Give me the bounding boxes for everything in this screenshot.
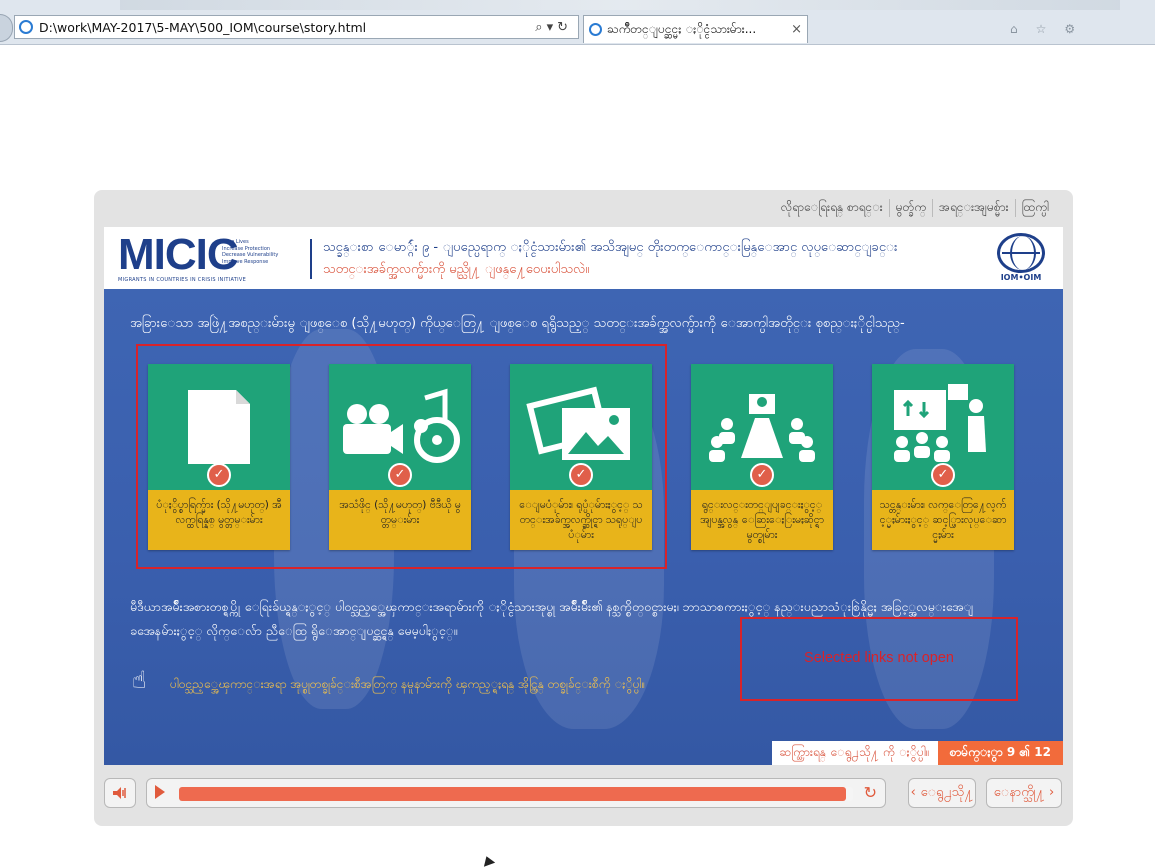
address-text: D:\work\MAY-2017\5-MAY\500_IOM\course\st… xyxy=(39,19,367,35)
play-icon[interactable] xyxy=(155,785,165,799)
progress-track[interactable] xyxy=(179,787,853,801)
search-refresh-icon[interactable]: ⌕▾↻ xyxy=(535,20,572,35)
card-audio-video[interactable]: ✓ အသံဖိုင္ (သို႔မဟုတ္) ဗီဒီယို မွတ္တမ္းမ… xyxy=(329,364,471,550)
micic-logo: MICIC Save Lives Increase Protection Dec… xyxy=(118,230,279,284)
card-label: အသံဖိုင္ (သို႔မဟုတ္) ဗီဒီယို မွတ္တမ္းမ်ာ… xyxy=(329,490,471,550)
slide-footer: ဆက္သြားရန္ ေရွ႕သို႔ ကို ႏွိပ္ပါ။ စာမ်က္ႏ… xyxy=(771,741,1063,765)
volume-button[interactable] xyxy=(104,778,136,808)
intro-text: အခြားေသာ အဖြဲ႔အစည္းမ်ားမွ ျဖစ္ေစ (သို႔မဟ… xyxy=(130,316,905,331)
card-label: ရွင္းလင္းတင္ျပျခင္းႏွင့္ အျပန္အလွန္ ေဆြး… xyxy=(691,490,833,550)
module-title: သင္ခန္းစာ ေမာ္ဂ်ဴး ၉ - ျပည္ပေရာက္ ႏိုင္င… xyxy=(323,240,898,255)
checkmark-icon: ✓ xyxy=(207,463,231,487)
exit-link[interactable]: ထြက္ပါ xyxy=(1014,199,1055,217)
checkmark-icon: ✓ xyxy=(750,463,774,487)
ie-icon xyxy=(19,20,33,34)
globe-icon xyxy=(997,233,1045,273)
click-hint: ပါဝင္သည့္အေၾကာင္းအရာ အုပ္စုတစ္ခုခ်င္းစီအ… xyxy=(170,677,646,691)
slide-stage: MICIC Save Lives Increase Protection Dec… xyxy=(104,227,1063,765)
back-button[interactable] xyxy=(0,14,13,42)
card-briefings[interactable]: ✓ ရွင္းလင္းတင္ျပျခင္းႏွင့္ အျပန္အလွန္ ေဆ… xyxy=(691,364,833,550)
notes-link[interactable]: မွတ္ခ်က္ xyxy=(888,199,932,217)
next-button[interactable]: ေနာက္သို႔ › xyxy=(986,778,1062,808)
card-documents[interactable]: ✓ ပံုႏွိပ္စာရြက္မ်ား (သို႔မဟုတ္) အီလက္ထရ… xyxy=(148,364,290,550)
replay-icon[interactable]: ↻ xyxy=(864,783,877,802)
checkmark-icon: ✓ xyxy=(569,463,593,487)
tab-title: ႀကိဳတင္ျပင္ဆင္မႈ ႏိုင္ငံသားမ်ား... xyxy=(607,21,757,36)
resources-link[interactable]: အရင္းအျမစ္မ်ား xyxy=(932,199,1015,217)
menu-link[interactable]: လိုရာေရြးရန္ စာရင္း xyxy=(775,199,889,217)
slide-content: အခြားေသာ အဖြဲ႔အစည္းမ်ားမွ ျဖစ္ေစ (သို႔မဟ… xyxy=(104,289,1063,765)
page-counter: စာမ်က္ႏွာ 9 ၏ 12 xyxy=(937,741,1063,765)
hand-pointer-icon: ☝ xyxy=(132,666,147,694)
logo-subtitle: MIGRANTS IN COUNTRIES IN CRISIS INITIATI… xyxy=(118,277,247,283)
card-label: ေျမပံုမ်ား၊ ရုပ္ပံုမ်ားႏွင့္ သတင္းအခ်က္အ… xyxy=(510,490,652,550)
card-label: သင္တန္းမ်ား၊ လက္ေတြ႔ေလ့က်င့္မႈမ်ားႏွင့္ … xyxy=(872,490,1014,550)
toolbar-icons[interactable]: ⌂☆⚙ xyxy=(1010,22,1093,36)
checkmark-icon: ✓ xyxy=(931,463,955,487)
header-divider xyxy=(310,239,312,279)
annotation-note: Selected links not open xyxy=(740,617,1018,701)
seekbar[interactable]: ↻ xyxy=(146,778,886,808)
speaker-icon xyxy=(113,787,126,799)
background-tabs xyxy=(120,0,1120,10)
browser-chrome: D:\work\MAY-2017\5-MAY\500_IOM\course\st… xyxy=(0,0,1155,45)
course-player: လိုရာေရြးရန္ စာရင္း မွတ္ခ်က္ အရင္းအျမစ္မ… xyxy=(94,190,1073,826)
card-images-maps[interactable]: ✓ ေျမပံုမ်ား၊ ရုပ္ပံုမ်ားႏွင့္ သတင္းအခ်က… xyxy=(510,364,652,550)
card-label: ပံုႏွိပ္စာရြက္မ်ား (သို႔မဟုတ္) အီလက္ထရြန… xyxy=(148,490,290,550)
slide-subtitle: သတင္းအခ်က္အလက္မ်ားကို မည္သို႔ ျဖန္႔ေဝေပး… xyxy=(323,262,590,277)
prev-button[interactable]: ‹ ေရွ႕သို႔ xyxy=(908,778,976,808)
logo-tagline: Save Lives Increase Protection Decrease … xyxy=(222,239,279,265)
address-bar[interactable]: D:\work\MAY-2017\5-MAY\500_IOM\course\st… xyxy=(14,15,579,39)
playback-controls: ↻ ‹ ေရွ႕သို႔ ေနာက္သို႔ › xyxy=(104,778,1063,812)
progress-fill xyxy=(179,787,847,801)
close-tab-icon[interactable]: × xyxy=(791,22,802,37)
top-nav: လိုရာေရြးရန္ စာရင္း မွတ္ခ်က္ အရင္းအျမစ္မ… xyxy=(775,199,1055,217)
iom-logo: IOM•OIM xyxy=(993,233,1049,287)
browser-tab[interactable]: ႀကိဳတင္ျပင္ဆင္မႈ ႏိုင္ငံသားမ်ား... × xyxy=(583,15,808,43)
card-trainings[interactable]: ✓ သင္တန္းမ်ား၊ လက္ေတြ႔ေလ့က်င့္မႈမ်ားႏွင့… xyxy=(872,364,1014,550)
slide-header: MICIC Save Lives Increase Protection Dec… xyxy=(104,227,1063,289)
ie-tab-icon xyxy=(589,23,602,36)
checkmark-icon: ✓ xyxy=(388,463,412,487)
next-hint: ဆက္သြားရန္ ေရွ႕သို႔ ကို ႏွိပ္ပါ။ xyxy=(771,741,938,765)
